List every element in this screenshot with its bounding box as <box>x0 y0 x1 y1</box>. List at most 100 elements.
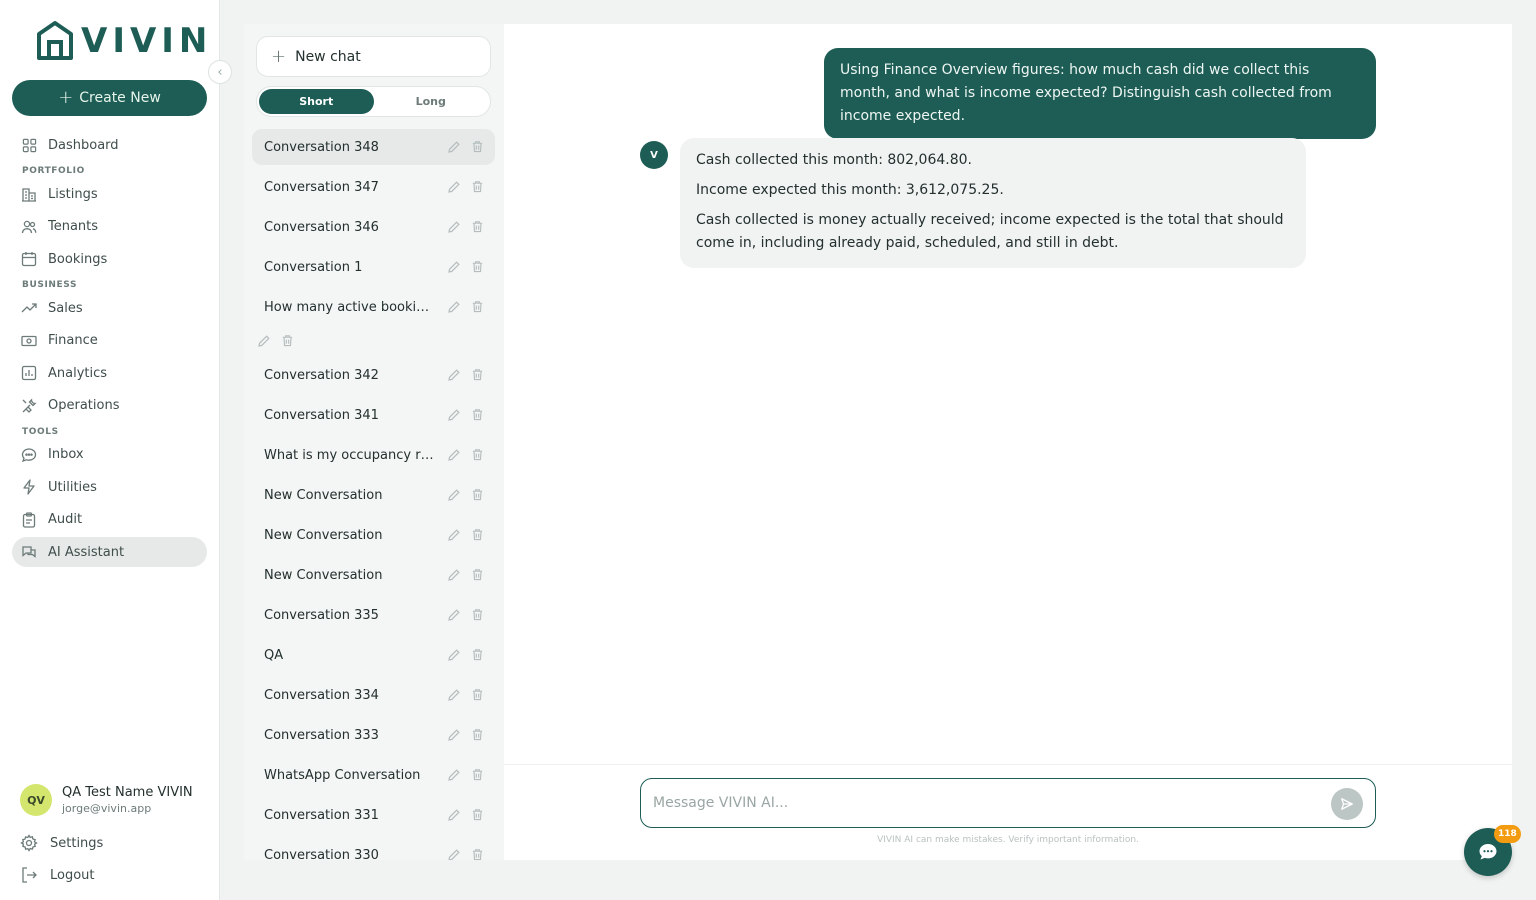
conversation-title: Conversation 346 <box>264 219 379 235</box>
collapse-sidebar-button[interactable]: ‹ <box>208 60 232 84</box>
sidebar-item-operations[interactable]: Operations <box>12 391 207 421</box>
conversation-item[interactable]: Conversation 335 <box>252 597 495 633</box>
conversation-item[interactable]: Conversation 342 <box>252 357 495 393</box>
conversation-actions <box>447 517 485 553</box>
conversation-item[interactable]: QA <box>252 637 495 673</box>
pencil-icon[interactable] <box>447 768 461 782</box>
brand-name: VIVIN <box>81 21 213 61</box>
pencil-icon[interactable] <box>447 488 461 502</box>
toggle-long[interactable]: Long <box>374 89 489 114</box>
conversation-item[interactable]: New Conversation <box>252 517 495 553</box>
trash-icon[interactable] <box>471 488 485 502</box>
sidebar-item-ai-assistant[interactable]: AI Assistant <box>12 537 207 567</box>
trash-icon[interactable] <box>471 568 485 582</box>
trash-icon[interactable] <box>471 528 485 542</box>
sidebar-item-label: Finance <box>48 333 98 348</box>
trash-icon[interactable] <box>471 648 485 662</box>
new-chat-button[interactable]: + New chat <box>256 36 491 77</box>
logout-icon <box>20 866 38 884</box>
sidebar-item-audit[interactable]: Audit <box>12 505 207 535</box>
settings-link[interactable]: Settings <box>20 834 103 852</box>
pencil-icon[interactable] <box>447 688 461 702</box>
sidebar-item-utilities[interactable]: Utilities <box>12 472 207 502</box>
conversation-actions <box>447 249 485 285</box>
sidebar-item-sales[interactable]: Sales <box>12 293 207 323</box>
pencil-icon[interactable] <box>447 448 461 462</box>
pencil-icon[interactable] <box>447 180 461 194</box>
sidebar-item-label: Bookings <box>48 251 108 267</box>
assistant-avatar: V <box>640 141 668 169</box>
trash-icon[interactable] <box>471 220 485 234</box>
pencil-icon[interactable] <box>447 568 461 582</box>
send-button[interactable] <box>1331 788 1363 820</box>
sidebar-item-dashboard[interactable]: Dashboard <box>12 130 207 160</box>
conversation-item[interactable]: Conversation 331 <box>252 797 495 833</box>
message-input[interactable] <box>653 793 1313 813</box>
trash-icon[interactable] <box>471 728 485 742</box>
pencil-icon[interactable] <box>447 260 461 274</box>
conversation-item[interactable]: New Conversation <box>252 557 495 593</box>
pencil-icon[interactable] <box>447 848 461 860</box>
trash-icon[interactable] <box>471 768 485 782</box>
message-input-box[interactable] <box>640 778 1376 828</box>
conversation-item[interactable]: How many active bookings do I have? <box>252 289 495 325</box>
trash-icon[interactable] <box>471 180 485 194</box>
trash-icon[interactable] <box>471 300 485 314</box>
pencil-icon[interactable] <box>447 648 461 662</box>
pencil-icon[interactable] <box>447 300 461 314</box>
trash-icon[interactable] <box>471 448 485 462</box>
pencil-icon[interactable] <box>447 220 461 234</box>
conversation-title: New Conversation <box>264 487 383 503</box>
trash-icon[interactable] <box>471 848 485 860</box>
pencil-icon[interactable] <box>257 334 271 348</box>
conversation-actions <box>447 437 485 473</box>
create-new-button[interactable]: + Create New <box>12 80 207 116</box>
pencil-icon[interactable] <box>447 408 461 422</box>
conversation-item[interactable]: What is my occupancy rate? <box>252 437 495 473</box>
pencil-icon[interactable] <box>447 728 461 742</box>
conversation-item[interactable]: Conversation 334 <box>252 677 495 713</box>
pencil-icon[interactable] <box>447 808 461 822</box>
users-icon <box>21 219 37 235</box>
sidebar-item-bookings[interactable]: Bookings <box>12 244 207 274</box>
conversation-title: How many active bookings do I have? <box>264 299 436 315</box>
trash-icon[interactable] <box>471 260 485 274</box>
new-chat-label: New chat <box>295 48 361 65</box>
trash-icon[interactable] <box>471 408 485 422</box>
conversation-item[interactable]: Conversation 341 <box>252 397 495 433</box>
conversation-item[interactable]: New Conversation <box>252 477 495 513</box>
conversation-item[interactable] <box>252 329 495 353</box>
sidebar-item-analytics[interactable]: Analytics <box>12 358 207 388</box>
pencil-icon[interactable] <box>447 528 461 542</box>
trash-icon[interactable] <box>471 608 485 622</box>
conversation-item[interactable]: Conversation 330 <box>252 837 495 860</box>
chat-bubbles-icon <box>21 544 37 560</box>
conversation-item[interactable]: WhatsApp Conversation <box>252 757 495 793</box>
trash-icon[interactable] <box>471 140 485 154</box>
sidebar-item-label: Sales <box>48 300 83 316</box>
conversation-title: Conversation 348 <box>264 139 379 155</box>
pencil-icon[interactable] <box>447 140 461 154</box>
vivin-logo[interactable]: VIVIN <box>35 20 212 62</box>
trash-icon[interactable] <box>471 368 485 382</box>
conversation-item[interactable]: Conversation 347 <box>252 169 495 205</box>
sidebar-item-listings[interactable]: Listings <box>12 179 207 209</box>
conversation-item[interactable]: Conversation 346 <box>252 209 495 245</box>
conversation-item[interactable]: Conversation 348 <box>252 129 495 165</box>
conversation-item[interactable]: Conversation 333 <box>252 717 495 753</box>
sidebar-item-finance[interactable]: Finance <box>12 326 207 356</box>
conversation-item[interactable]: Conversation 1 <box>252 249 495 285</box>
assistant-paragraph: Cash collected is money actually receive… <box>696 212 1284 251</box>
sidebar-item-tenants[interactable]: Tenants <box>12 212 207 242</box>
logout-link[interactable]: Logout <box>20 866 95 884</box>
sidebar-item-inbox[interactable]: Inbox <box>12 440 207 470</box>
pencil-icon[interactable] <box>447 368 461 382</box>
pencil-icon[interactable] <box>447 608 461 622</box>
toggle-short[interactable]: Short <box>259 89 374 114</box>
section-portfolio: PORTFOLIO <box>22 166 85 176</box>
trash-icon[interactable] <box>281 334 295 348</box>
trash-icon[interactable] <box>471 808 485 822</box>
assistant-message: Cash collected this month: 802,064.80. I… <box>680 138 1306 268</box>
user-profile[interactable]: QV QA Test Name VIVIN jorge@vivin.app <box>20 784 193 816</box>
trash-icon[interactable] <box>471 688 485 702</box>
